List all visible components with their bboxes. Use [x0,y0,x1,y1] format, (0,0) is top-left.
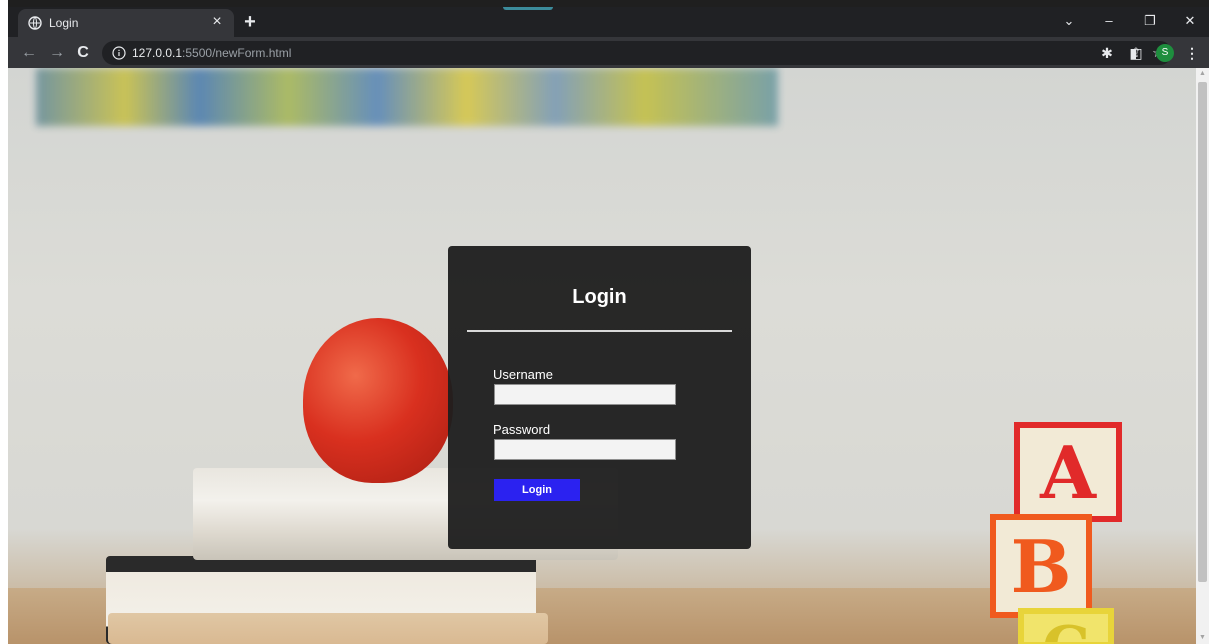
url-text: 127.0.0.1:5500/newForm.html [132,46,291,60]
scroll-up-icon[interactable]: ▲ [1196,68,1209,80]
back-button[interactable]: ← [18,42,40,64]
scroll-down-icon[interactable]: ▼ [1196,632,1209,644]
tab-strip: Login × + ⌄ – ❐ ✕ [8,7,1209,37]
background-block-c: C [1018,608,1114,644]
address-bar[interactable]: 127.0.0.1:5500/newForm.html ⇪ ☆ [102,41,1172,65]
tab-login[interactable]: Login × [18,9,234,37]
browser-window: Login × + ⌄ – ❐ ✕ ← → C 127.0.0.1:5500/n… [0,0,1209,644]
globe-icon [28,16,42,30]
background-painting [36,68,778,126]
tab-close-icon[interactable]: × [208,13,226,31]
forward-button[interactable]: → [46,42,68,64]
chrome-menu-icon[interactable]: ⋮ [1181,42,1203,64]
username-label: Username [493,367,553,382]
restore-button[interactable]: ❐ [1135,10,1165,32]
password-input[interactable] [494,439,676,460]
background-block-a: A [1014,422,1122,522]
profile-avatar[interactable]: S [1156,44,1174,62]
extensions-puzzle-icon[interactable]: ✱ [1096,42,1118,64]
background-block-b: B [990,514,1092,618]
site-info-icon[interactable] [112,46,126,60]
tab-title: Login [49,16,79,30]
page-scrollbar[interactable]: ▲ ▼ [1196,68,1209,644]
scroll-thumb[interactable] [1198,82,1207,582]
side-panel-icon[interactable]: ◧ [1125,42,1147,64]
tab-search-chevron-icon[interactable]: ⌄ [1054,10,1084,32]
tab-strip-accent [503,7,553,10]
url-path: :5500/newForm.html [182,46,292,60]
login-divider [467,330,732,332]
password-label: Password [493,422,551,437]
background-apple [303,318,453,483]
background-book-base [108,613,548,644]
login-title: Login [572,286,627,308]
reload-button[interactable]: C [72,42,94,64]
login-form: Login Username Password Login [448,246,751,549]
close-window-button[interactable]: ✕ [1175,10,1205,32]
username-input[interactable] [494,384,676,405]
left-gutter [0,0,8,644]
new-tab-button[interactable]: + [238,11,262,33]
login-button[interactable]: Login [494,479,580,501]
url-host: 127.0.0.1 [132,46,183,60]
browser-toolbar: ← → C 127.0.0.1:5500/newForm.html ⇪ ☆ ✱ … [8,37,1209,68]
minimize-button[interactable]: – [1094,10,1124,32]
